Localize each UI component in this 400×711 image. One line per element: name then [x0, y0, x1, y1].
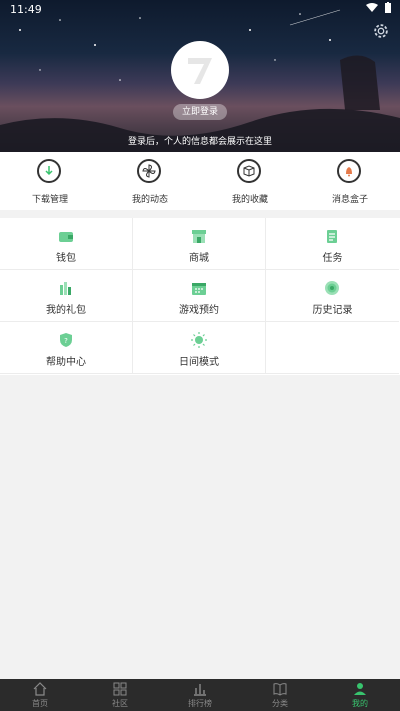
grid-item-label: 日间模式 — [179, 357, 219, 368]
nav-label: 我的 — [352, 699, 368, 708]
svg-text:?: ? — [64, 337, 68, 345]
chart-icon — [194, 684, 206, 696]
grid-item-gifts[interactable]: 我的礼包 — [0, 270, 133, 322]
grid-item-label: 历史记录 — [312, 305, 353, 316]
grid-item-history[interactable]: 历史记录 — [266, 270, 399, 322]
box-icon — [237, 159, 261, 183]
grid-item-day-mode[interactable]: 日间模式 — [133, 322, 266, 374]
feature-grid: 钱包 商城 任务 我的礼包 游戏预约 历史记录 ? 帮助中心 日间模式 — [0, 218, 400, 375]
quick-item-label: 消息盒子 — [331, 195, 368, 205]
grid-item-label: 任务 — [322, 253, 343, 264]
grid-empty-cell — [266, 322, 399, 374]
sun-icon — [191, 332, 207, 348]
login-hint: 登录后，个人的信息都会展示在这里 — [127, 137, 272, 147]
status-bar: 11:49 — [0, 0, 400, 18]
nav-label: 社区 — [112, 699, 128, 708]
battery-icon — [385, 2, 391, 13]
settings-gear-icon[interactable] — [372, 22, 390, 40]
nav-home[interactable]: 首页 — [0, 679, 80, 711]
quick-item-label: 我的收藏 — [231, 195, 268, 205]
quick-actions-row: 下载管理 我的动态 我的收藏 消息盒子 — [0, 152, 400, 210]
login-button[interactable]: 立即登录 — [173, 104, 227, 120]
wallet-icon — [59, 232, 73, 242]
download-icon — [37, 159, 61, 183]
bottom-nav: 首页 社区 排行榜 分类 我的 — [0, 679, 400, 711]
status-time: 11:49 — [10, 3, 42, 16]
task-icon — [327, 230, 337, 243]
store-icon — [192, 230, 206, 243]
profile-header: 11:49 立即登录 登录后，个人的信息都会展示在这里 — [0, 0, 400, 152]
calendar-icon — [192, 283, 206, 295]
nav-community[interactable]: 社区 — [80, 679, 160, 711]
bell-icon — [337, 159, 361, 183]
grid-item-label: 我的礼包 — [46, 305, 86, 316]
grid-item-label: 钱包 — [56, 253, 76, 264]
grid-item-label: 游戏预约 — [179, 305, 219, 316]
grid-item-help[interactable]: ? 帮助中心 — [0, 322, 133, 374]
shield-help-icon: ? — [60, 333, 72, 347]
person-icon — [354, 683, 366, 695]
grid-item-store[interactable]: 商城 — [133, 218, 266, 270]
grid-item-reservation[interactable]: 游戏预约 — [133, 270, 266, 322]
nav-label: 排行榜 — [188, 699, 212, 708]
book-icon — [273, 683, 287, 696]
quick-item-label: 我的动态 — [131, 195, 168, 205]
quick-item-dynamics[interactable]: 我的动态 — [100, 152, 200, 210]
wifi-icon — [366, 3, 378, 12]
pinwheel-icon — [137, 159, 161, 183]
grid-item-task[interactable]: 任务 — [266, 218, 399, 270]
grid-item-label: 商城 — [189, 253, 209, 264]
nav-ranking[interactable]: 排行榜 — [160, 679, 240, 711]
default-avatar-logo-icon — [188, 58, 212, 84]
quick-item-messages[interactable]: 消息盒子 — [300, 152, 400, 210]
history-icon — [325, 281, 339, 295]
gift-icon — [60, 282, 71, 295]
nav-mine[interactable]: 我的 — [320, 679, 400, 711]
quick-item-download[interactable]: 下载管理 — [0, 152, 100, 210]
quick-item-label: 下载管理 — [31, 195, 68, 205]
grid-item-wallet[interactable]: 钱包 — [0, 218, 133, 270]
nav-label: 首页 — [32, 699, 48, 708]
grid-item-label: 帮助中心 — [46, 357, 86, 368]
nav-category[interactable]: 分类 — [240, 679, 320, 711]
nav-label: 分类 — [272, 699, 288, 708]
quick-item-favorites[interactable]: 我的收藏 — [200, 152, 300, 210]
home-icon — [33, 682, 47, 696]
grid-icon — [113, 682, 127, 696]
avatar[interactable] — [171, 41, 229, 99]
